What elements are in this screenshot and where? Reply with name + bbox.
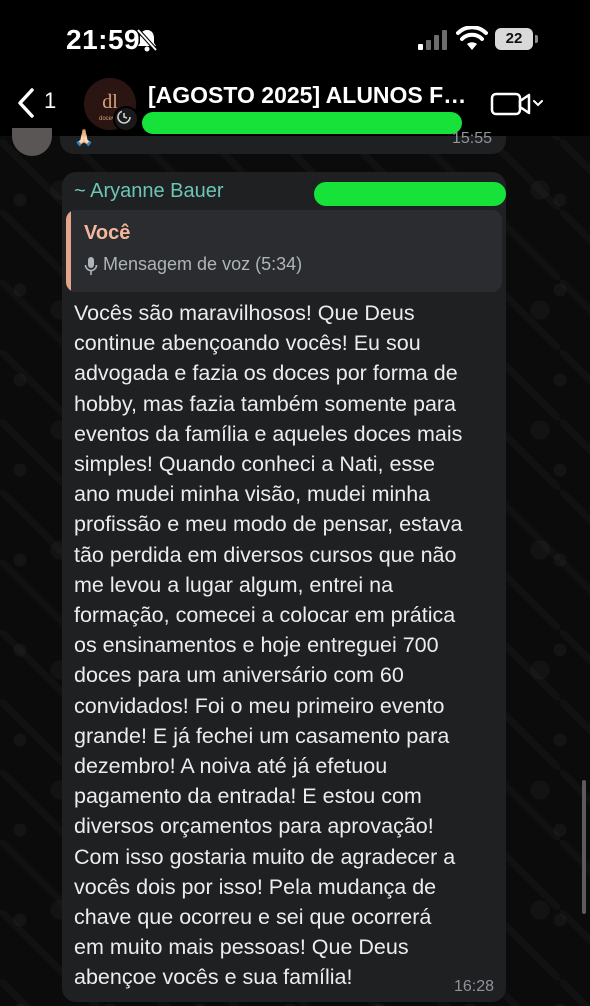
- wifi-icon: [456, 25, 488, 52]
- bell-muted-icon: [136, 28, 158, 52]
- previous-message-bubble[interactable]: 🙏🏻 15:55: [60, 130, 506, 154]
- back-button[interactable]: 1: [14, 86, 62, 122]
- message-text: Vocês são maravilhosos! Que Deus continu…: [74, 301, 463, 990]
- quote-text: Mensagem de voz (5:34): [103, 254, 303, 274]
- group-title[interactable]: [AGOSTO 2025] ALUNOS FO...: [148, 82, 468, 109]
- message-bubble[interactable]: ~ Aryanne Bauer Você Mensagem de voz (5:…: [62, 172, 506, 1002]
- status-time: 21:59: [66, 24, 141, 55]
- disappearing-timer-icon: [113, 106, 139, 132]
- reaction-emoji: 🙏🏻: [74, 130, 94, 147]
- scrollbar[interactable]: [582, 780, 586, 914]
- unread-count: 1: [44, 88, 57, 113]
- message-time: 16:28: [453, 978, 494, 995]
- video-call-button[interactable]: [490, 90, 546, 118]
- redaction-mark: [314, 182, 506, 206]
- status-bar: 21:59 22: [0, 0, 590, 80]
- battery-level: 22: [495, 28, 533, 50]
- sender-name[interactable]: ~ Aryanne Bauer: [74, 180, 224, 203]
- microphone-icon: [84, 256, 98, 276]
- quoted-message[interactable]: Você Mensagem de voz (5:34): [66, 210, 502, 292]
- quote-accent-bar: [66, 210, 71, 292]
- redaction-mark: [142, 112, 462, 134]
- chevron-left-icon: [18, 88, 34, 118]
- previous-message-time: 15:55: [451, 130, 492, 147]
- chat-header: 1 dl docevial [AGOSTO 2025] ALUNOS FO...: [0, 72, 590, 136]
- battery-icon: 22: [495, 28, 539, 52]
- quote-author: Você: [84, 222, 131, 244]
- cellular-signal-icon: [418, 30, 450, 50]
- video-camera-icon: [490, 92, 543, 116]
